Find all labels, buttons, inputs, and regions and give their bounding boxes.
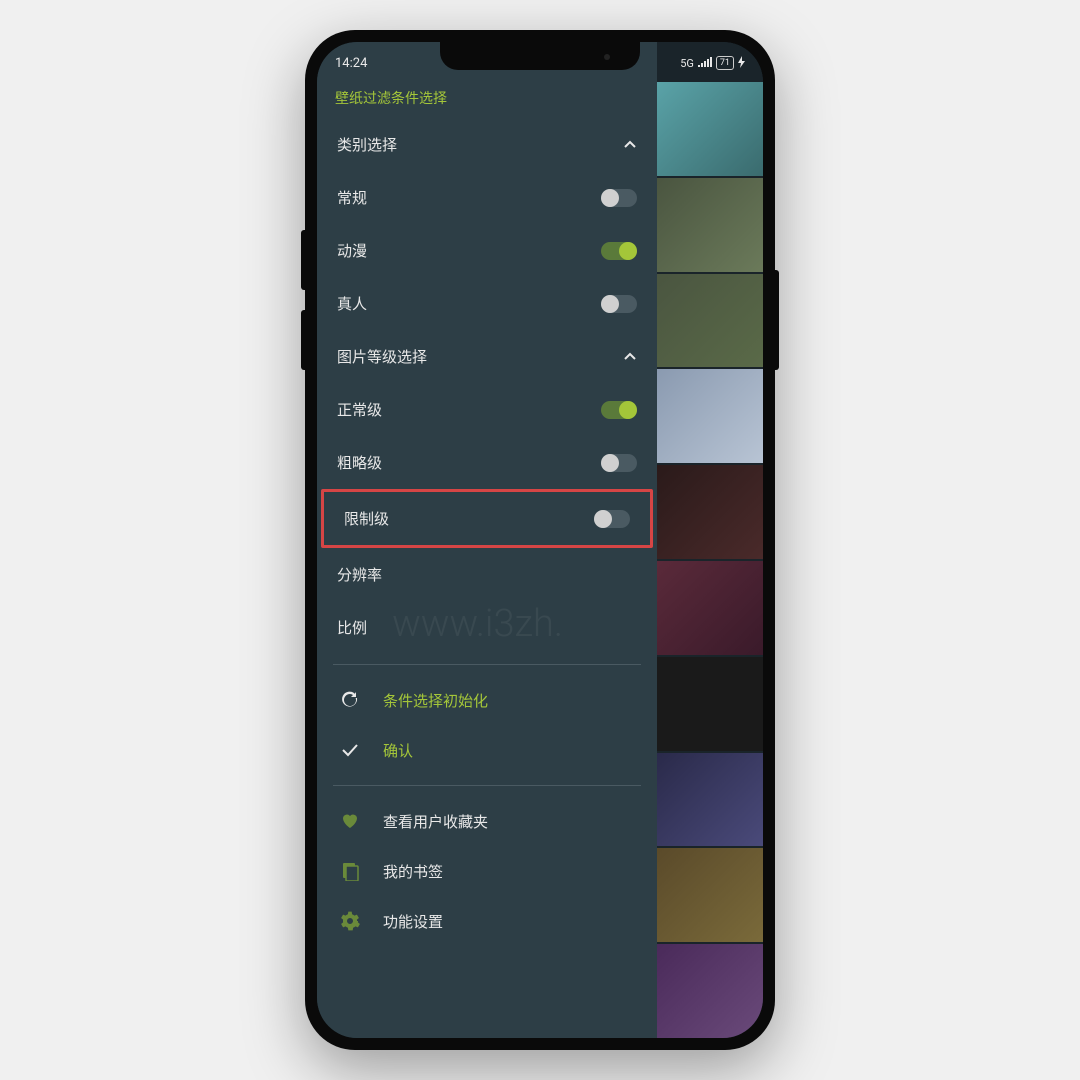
resolution-row[interactable]: 分辨率 (317, 548, 657, 601)
reset-label: 条件选择初始化 (383, 690, 488, 711)
filter-drawer: 壁纸过滤条件选择 类别选择 常规 动漫 真人 图片等级选择 (317, 42, 657, 1038)
settings-action[interactable]: 功能设置 (317, 896, 657, 946)
favorites-action[interactable]: 查看用户收藏夹 (317, 796, 657, 846)
phone-volume-up (301, 230, 305, 290)
wallpaper-thumbnail[interactable] (657, 848, 763, 942)
wallpaper-thumbnail[interactable] (657, 657, 763, 751)
bookmark-icon (339, 860, 361, 882)
wallpaper-thumbnail[interactable] (657, 465, 763, 559)
ratio-label: 比例 (337, 619, 367, 637)
notch (440, 42, 640, 70)
signal-icon (698, 57, 712, 70)
settings-label: 功能设置 (383, 911, 443, 932)
toggle-normal-grade: 正常级 (317, 383, 657, 436)
check-icon (339, 739, 361, 761)
status-time: 14:24 (335, 56, 367, 71)
charging-icon (738, 56, 745, 71)
divider (333, 785, 641, 786)
phone-volume-down (301, 310, 305, 370)
drawer-title: 壁纸过滤条件选择 (317, 82, 657, 118)
toggle-switch-normal-grade[interactable] (601, 401, 637, 419)
heart-icon (339, 810, 361, 832)
toggle-switch-restricted[interactable] (594, 510, 630, 528)
toggle-switch-sketchy[interactable] (601, 454, 637, 472)
toggle-switch-anime[interactable] (601, 242, 637, 260)
grade-section-header[interactable]: 图片等级选择 (317, 330, 657, 383)
network-indicator: 5G (680, 57, 694, 70)
wallpaper-thumbnail[interactable] (657, 178, 763, 272)
wallpaper-thumbnail[interactable] (657, 561, 763, 655)
chevron-up-icon (623, 138, 637, 152)
bookmarks-action[interactable]: 我的书签 (317, 846, 657, 896)
status-right: 5G 71 (680, 56, 745, 71)
category-label: 类别选择 (337, 134, 397, 155)
wallpaper-thumbnail[interactable] (657, 753, 763, 847)
toggle-label: 正常级 (337, 399, 382, 420)
screen: 14:24 5G 71 壁纸过滤条件选择 类别选择 常 (317, 42, 763, 1038)
toggle-label: 常规 (337, 187, 367, 208)
wallpaper-thumbnail[interactable] (657, 369, 763, 463)
toggle-label: 限制级 (344, 508, 389, 529)
favorites-label: 查看用户收藏夹 (383, 811, 488, 832)
wallpaper-thumbnail[interactable] (657, 82, 763, 176)
phone-side-button (775, 270, 779, 370)
toggle-label: 动漫 (337, 240, 367, 261)
toggle-label: 粗略级 (337, 452, 382, 473)
phone-frame: 14:24 5G 71 壁纸过滤条件选择 类别选择 常 (305, 30, 775, 1050)
ratio-row[interactable]: 比例 (317, 601, 657, 654)
divider (333, 664, 641, 665)
wallpaper-grid (657, 42, 763, 1038)
toggle-anime: 动漫 (317, 224, 657, 277)
resolution-label: 分辨率 (337, 566, 382, 584)
toggle-restricted: 限制级 (324, 492, 650, 545)
gear-icon (339, 910, 361, 932)
battery-indicator: 71 (716, 56, 734, 70)
highlight-annotation: 限制级 (321, 489, 653, 548)
category-section-header[interactable]: 类别选择 (317, 118, 657, 171)
reset-action[interactable]: 条件选择初始化 (317, 675, 657, 725)
toggle-switch-people[interactable] (601, 295, 637, 313)
toggle-normal-category: 常规 (317, 171, 657, 224)
bookmarks-label: 我的书签 (383, 861, 443, 882)
toggle-people: 真人 (317, 277, 657, 330)
refresh-icon (339, 689, 361, 711)
toggle-switch-normal-cat[interactable] (601, 189, 637, 207)
wallpaper-thumbnail[interactable] (657, 274, 763, 368)
chevron-up-icon (623, 350, 637, 364)
wallpaper-thumbnail[interactable] (657, 944, 763, 1038)
toggle-sketchy: 粗略级 (317, 436, 657, 489)
grade-label: 图片等级选择 (337, 346, 427, 367)
confirm-action[interactable]: 确认 (317, 725, 657, 775)
toggle-label: 真人 (337, 293, 367, 314)
confirm-label: 确认 (383, 740, 413, 761)
